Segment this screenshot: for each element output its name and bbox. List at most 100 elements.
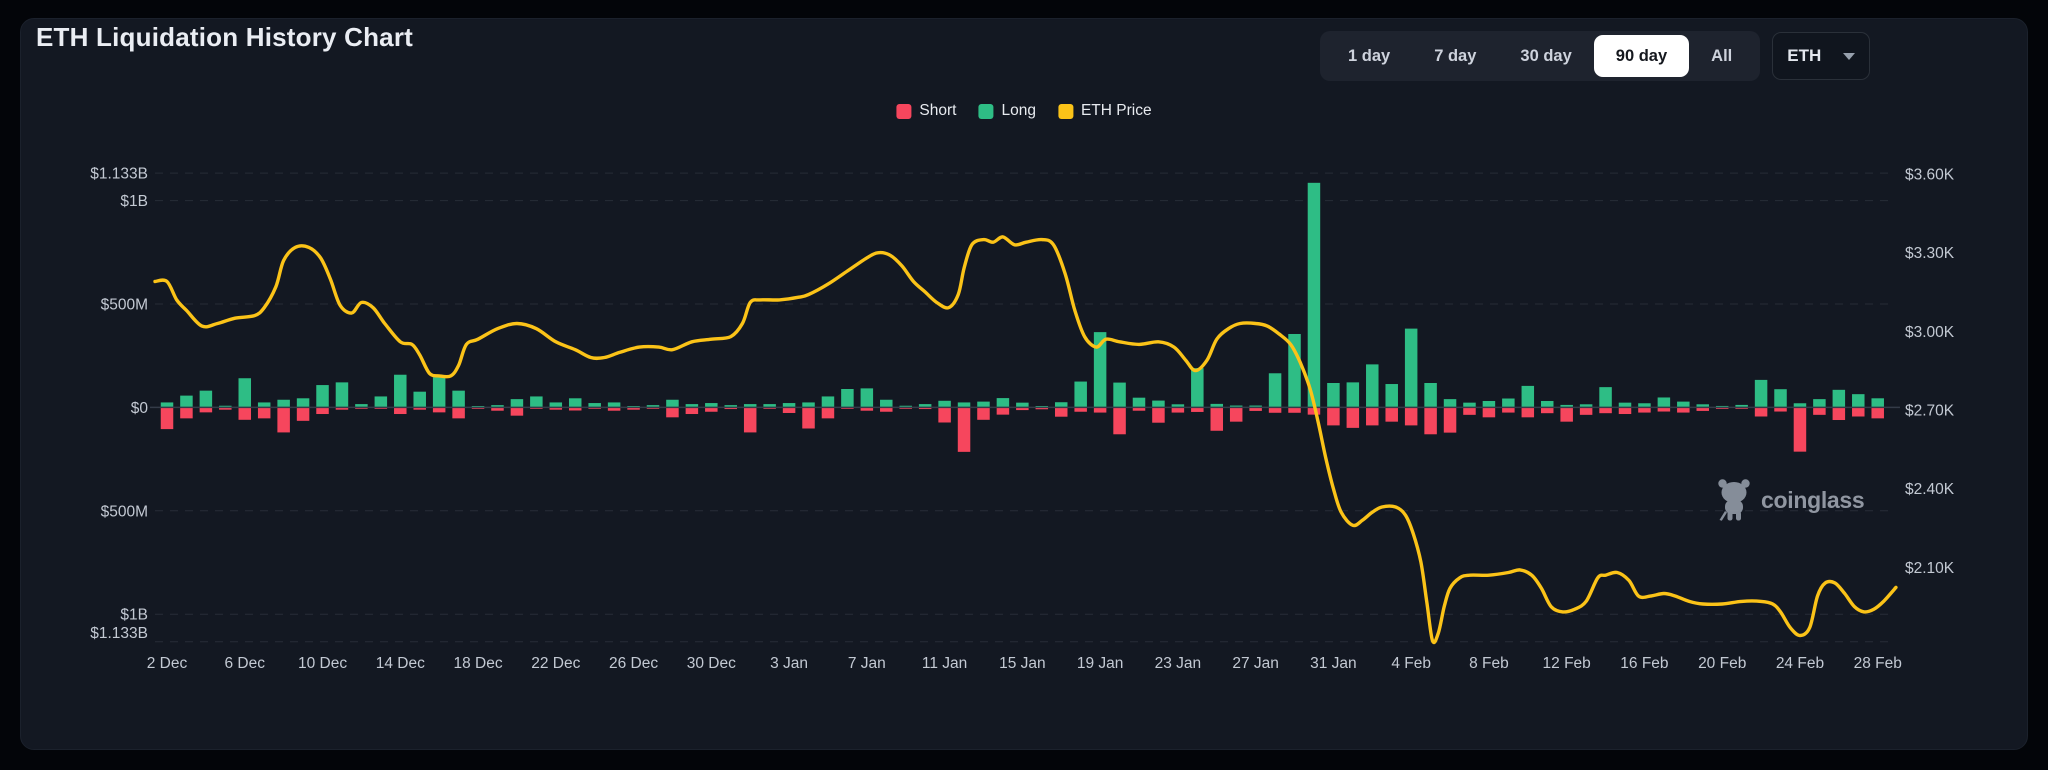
bar-short <box>1541 407 1554 413</box>
bar-long <box>452 391 465 408</box>
svg-text:12 Feb: 12 Feb <box>1543 655 1591 672</box>
bar-long <box>1755 380 1768 408</box>
bar-long <box>1483 401 1496 407</box>
bar-long <box>394 375 407 408</box>
bar-long <box>1677 402 1690 408</box>
bar-short <box>1560 407 1573 421</box>
bar-long <box>1522 386 1535 408</box>
short-bars <box>161 407 1884 451</box>
bar-short <box>1424 407 1437 434</box>
bar-short <box>1269 407 1282 412</box>
bar-short <box>316 407 329 414</box>
bar-short <box>1211 407 1224 430</box>
bar-long <box>1424 383 1437 407</box>
bar-short <box>1599 407 1612 413</box>
svg-text:26 Dec: 26 Dec <box>609 655 658 672</box>
bar-long <box>375 396 388 407</box>
svg-text:20 Feb: 20 Feb <box>1698 655 1746 672</box>
bar-long <box>880 400 893 408</box>
bar-long <box>433 377 446 407</box>
bar-short <box>822 407 835 418</box>
bar-long <box>841 389 854 407</box>
watermark-text: coinglass <box>1761 487 1864 514</box>
bar-long <box>297 398 310 407</box>
bar-long <box>180 396 193 408</box>
svg-text:6 Dec: 6 Dec <box>225 655 266 672</box>
svg-text:18 Dec: 18 Dec <box>453 655 502 672</box>
bar-short <box>277 407 290 432</box>
bar-short <box>1852 407 1865 416</box>
bar-long <box>336 382 349 407</box>
coinglass-watermark: coinglass <box>1716 478 1864 522</box>
svg-text:$3.60K: $3.60K <box>1905 167 1955 184</box>
bar-short <box>161 407 174 429</box>
svg-text:$3.00K: $3.00K <box>1905 324 1955 341</box>
bar-long <box>200 391 213 408</box>
svg-text:4 Feb: 4 Feb <box>1391 655 1431 672</box>
bar-long <box>1385 384 1398 407</box>
bar-short <box>744 407 757 432</box>
svg-text:28 Feb: 28 Feb <box>1854 655 1902 672</box>
bar-short <box>1094 407 1107 412</box>
bar-short <box>1580 407 1593 414</box>
bar-long <box>666 400 679 408</box>
bar-long <box>1599 387 1612 407</box>
svg-text:11 Jan: 11 Jan <box>922 655 967 672</box>
svg-text:$1B: $1B <box>120 193 148 210</box>
bar-long <box>997 398 1010 407</box>
bar-short <box>1794 407 1807 451</box>
bar-short <box>997 407 1010 414</box>
bar-long <box>569 398 582 407</box>
bar-short <box>297 407 310 420</box>
svg-text:3 Jan: 3 Jan <box>770 655 808 672</box>
bar-short <box>1502 407 1515 412</box>
svg-text:$0: $0 <box>131 400 149 417</box>
bar-short <box>1113 407 1126 434</box>
svg-text:30 Dec: 30 Dec <box>687 655 736 672</box>
bar-long <box>1541 401 1554 407</box>
bar-short <box>1366 407 1379 425</box>
bar-short <box>258 407 271 418</box>
svg-text:2 Dec: 2 Dec <box>147 655 188 672</box>
svg-text:15 Jan: 15 Jan <box>999 655 1046 672</box>
bar-long <box>822 396 835 407</box>
bar-long <box>1152 401 1165 408</box>
bar-short <box>1677 407 1690 412</box>
bar-long <box>1405 329 1418 408</box>
liquidation-history-chart-plot[interactable]: $1.133B$1B$500M$0$500M$1B$1.133B$3.60K$3… <box>0 0 2048 770</box>
svg-text:$500M: $500M <box>101 297 148 314</box>
bar-long <box>277 400 290 408</box>
bar-short <box>1463 407 1476 414</box>
bar-long <box>316 385 329 407</box>
bar-long <box>1055 402 1068 407</box>
bar-short <box>783 407 796 413</box>
bar-short <box>938 407 951 422</box>
svg-text:10 Dec: 10 Dec <box>298 655 347 672</box>
bar-short <box>977 407 990 419</box>
bar-short <box>1288 407 1301 412</box>
bar-long <box>1347 382 1360 407</box>
bar-long <box>530 396 543 407</box>
bar-short <box>1385 407 1398 421</box>
svg-text:$2.10K: $2.10K <box>1905 560 1955 577</box>
svg-text:8 Feb: 8 Feb <box>1469 655 1509 672</box>
bar-long <box>1191 368 1204 407</box>
bar-long <box>511 399 524 407</box>
bar-short <box>1833 407 1846 420</box>
bar-short <box>1327 407 1340 425</box>
bar-long <box>1074 382 1087 408</box>
bar-long <box>1366 364 1379 407</box>
svg-text:16 Feb: 16 Feb <box>1620 655 1668 672</box>
x-axis-labels: 2 Dec6 Dec10 Dec14 Dec18 Dec22 Dec26 Dec… <box>147 655 1902 672</box>
bar-long <box>1444 399 1457 407</box>
bar-short <box>1405 407 1418 425</box>
bar-long <box>1658 397 1671 407</box>
bar-short <box>666 407 679 417</box>
bar-long <box>1833 390 1846 408</box>
svg-text:$500M: $500M <box>101 503 148 520</box>
bar-short <box>1871 407 1884 418</box>
bar-short <box>1522 407 1535 417</box>
bar-short <box>394 407 407 414</box>
bar-long <box>861 388 874 407</box>
bar-short <box>1619 407 1632 414</box>
